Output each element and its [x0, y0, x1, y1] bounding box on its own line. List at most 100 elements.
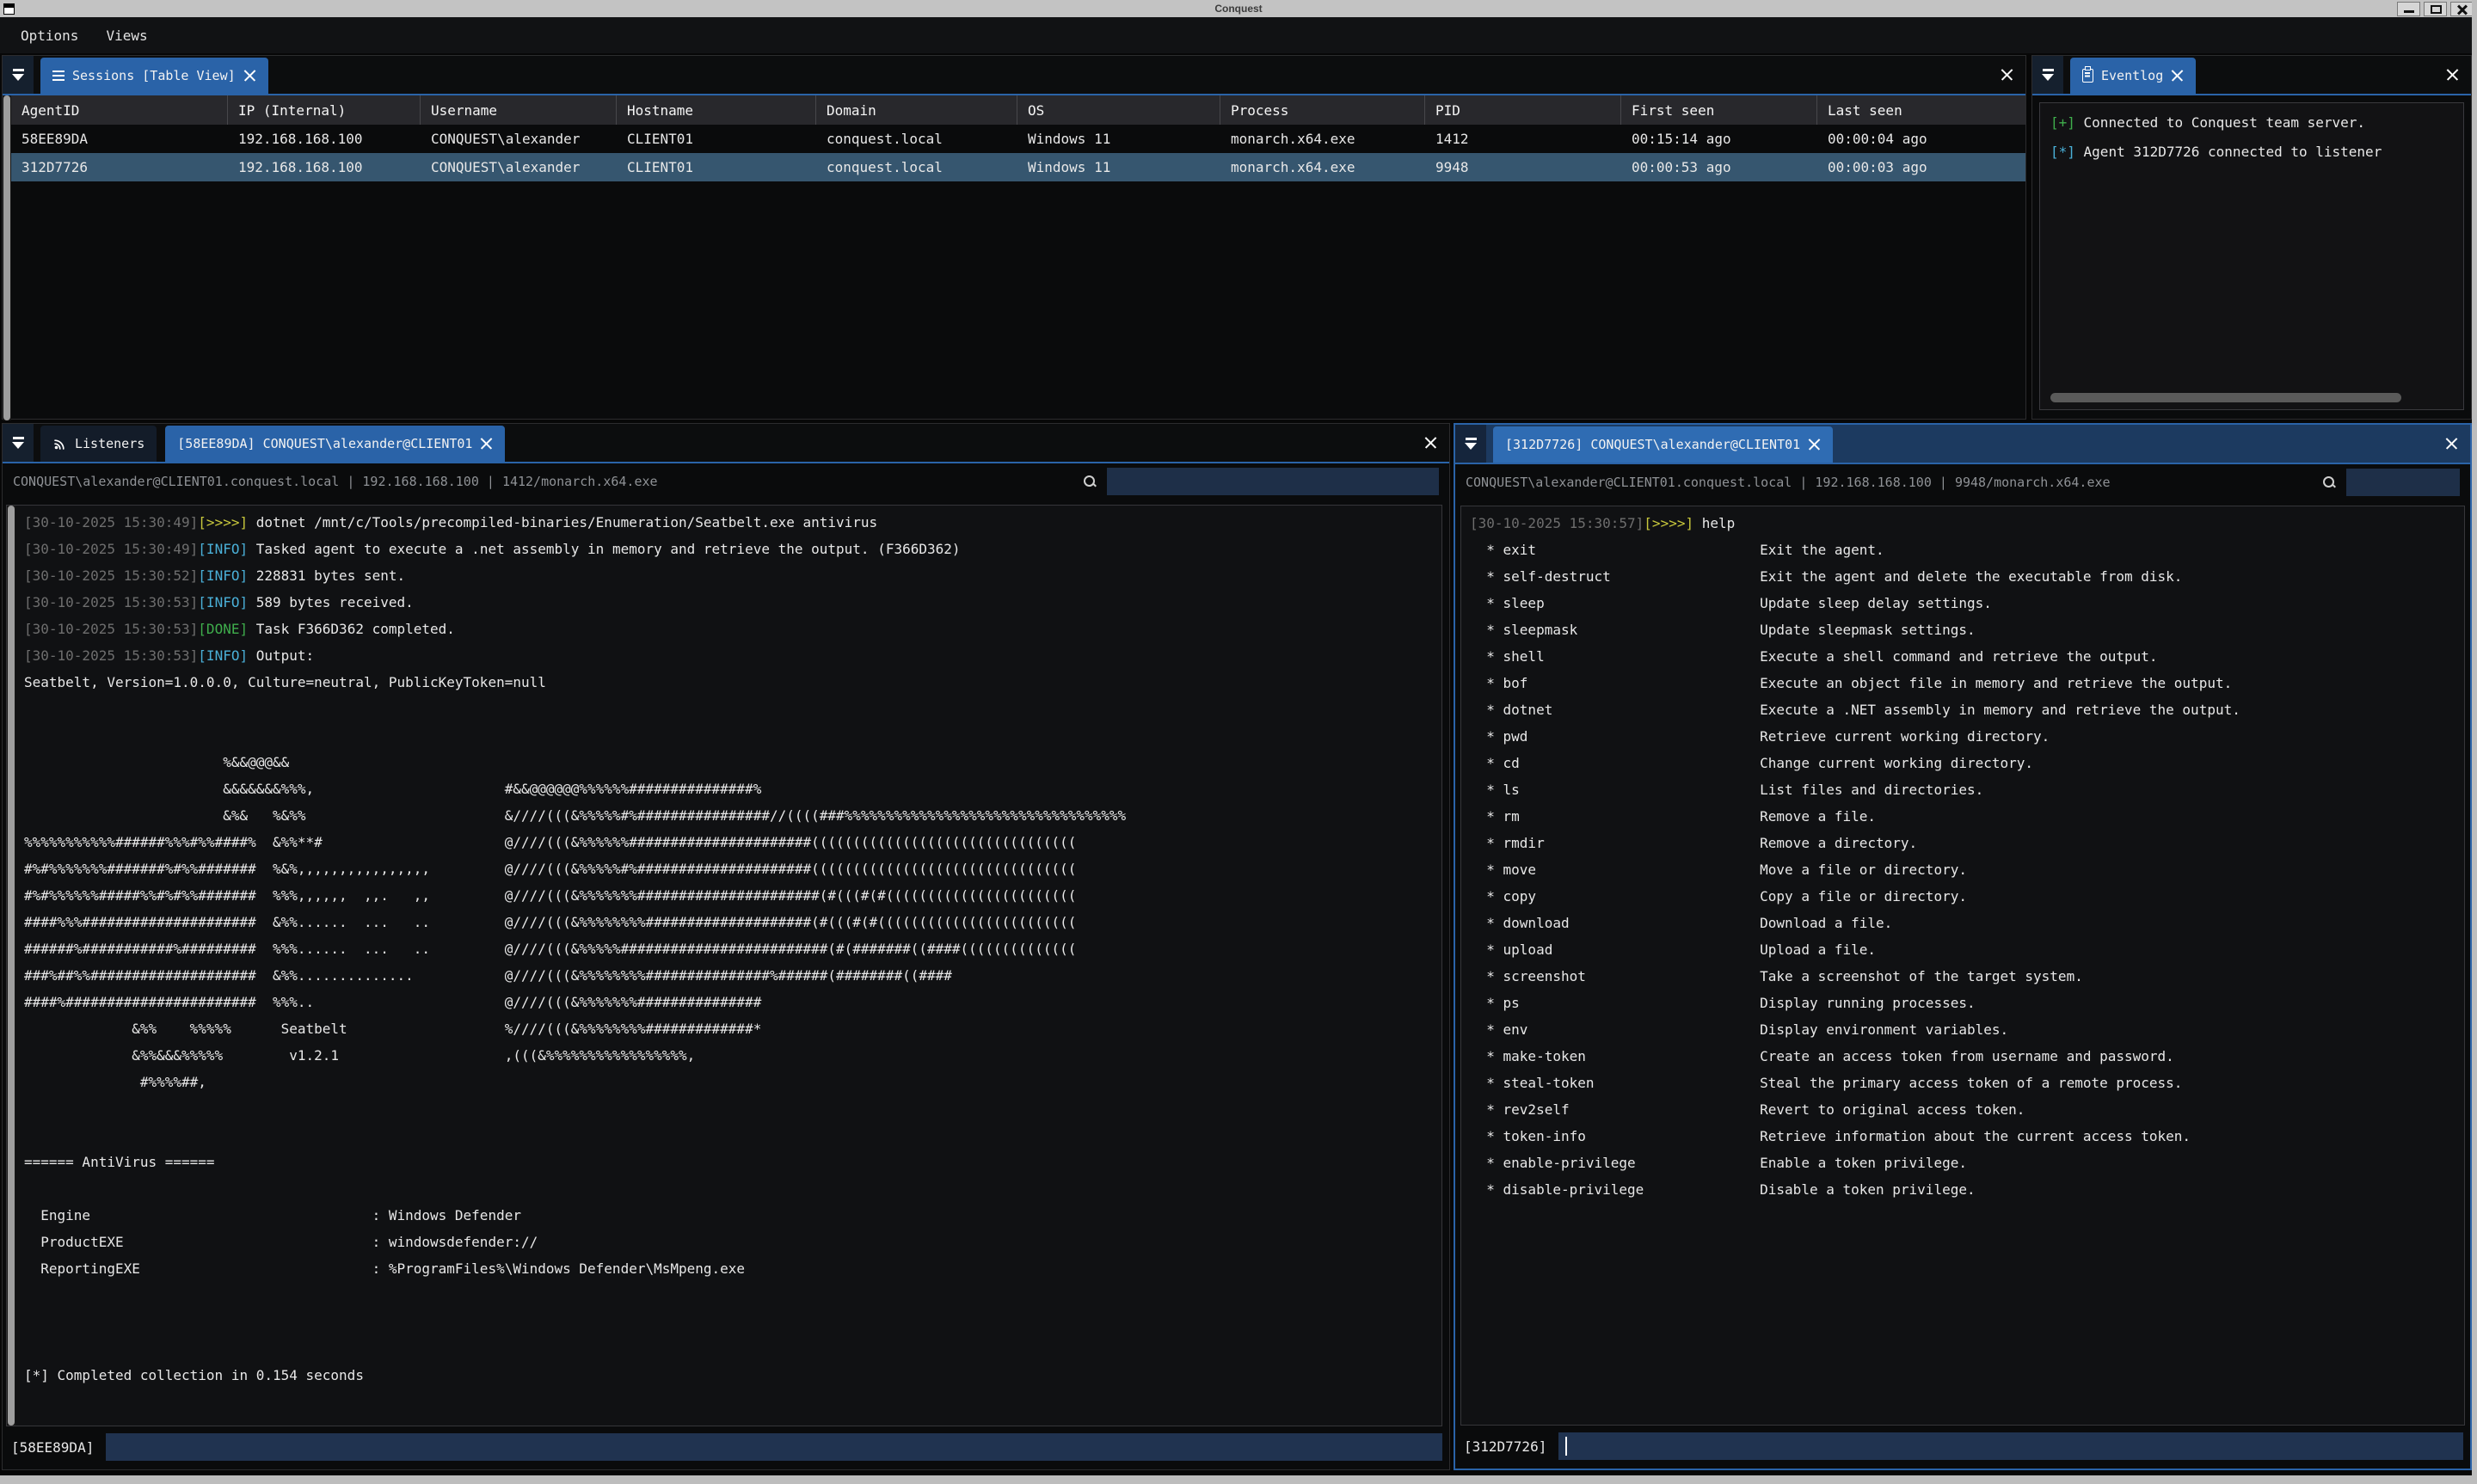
console-line: Engine : Windows Defender — [24, 1202, 1441, 1229]
tab-sessions-close-icon[interactable] — [243, 70, 256, 83]
close-button[interactable] — [2450, 2, 2474, 16]
console-line: * disable-privilege Disable a token priv… — [1470, 1176, 2464, 1203]
console-line: * steal-token Steal the primary access t… — [1470, 1070, 2464, 1096]
tab-sessions[interactable]: Sessions [Table View] — [40, 58, 268, 94]
collapse-icon[interactable] — [3, 424, 34, 462]
menu-options[interactable]: Options — [21, 28, 78, 44]
left-console-panel-close-icon[interactable] — [1424, 437, 1437, 450]
right-console-promptbar: [312D7726] — [1464, 1432, 2463, 1460]
menu-views[interactable]: Views — [106, 28, 147, 44]
console-line: * dotnet Execute a .NET assembly in memo… — [1470, 696, 2464, 723]
sessions-scrollbar[interactable] — [3, 95, 11, 420]
search-input[interactable] — [2346, 469, 2460, 496]
console-line: [30-10-2025 15:30:53][INFO] Output: — [24, 642, 1441, 669]
console-line: * rm Remove a file. — [1470, 803, 2464, 830]
session-row-312D7726[interactable]: 312D7726192.168.168.100CONQUEST\alexande… — [11, 153, 2025, 181]
tab-agent-58EE89DA[interactable]: [58EE89DA] CONQUEST\alexander@CLIENT01 — [165, 426, 505, 462]
broadcast-icon — [52, 437, 67, 451]
console-line: %%%%%%%%%%%######%%%#%%####% &%%**# @///… — [24, 829, 1441, 855]
sessions-panel-close-icon[interactable] — [2001, 69, 2013, 82]
tab-eventlog-close-icon[interactable] — [2171, 70, 2184, 83]
console-line: [30-10-2025 15:30:53][INFO] 589 bytes re… — [24, 589, 1441, 616]
column-header[interactable]: AgentID — [11, 95, 228, 125]
search-icon — [2322, 475, 2336, 489]
column-header[interactable]: IP (Internal) — [228, 95, 421, 125]
window-title: Conquest — [1214, 3, 1262, 15]
tab-eventlog[interactable]: Eventlog — [2070, 58, 2196, 94]
eventlog-horizontal-scrollbar[interactable] — [2050, 393, 2401, 402]
command-input[interactable] — [106, 1433, 1442, 1461]
agent-context-info: CONQUEST\alexander@CLIENT01.conquest.loc… — [1466, 475, 2111, 490]
left-console-tabbar: Listeners [58EE89DA] CONQUEST\alexander@… — [3, 424, 1449, 462]
left-console-statusbar: CONQUEST\alexander@CLIENT01.conquest.loc… — [3, 463, 1449, 500]
console-line: [30-10-2025 15:30:53][DONE] Task F366D36… — [24, 616, 1441, 642]
collapse-icon[interactable] — [3, 56, 34, 94]
console-line: ####%%%##################### &%%...... .… — [24, 909, 1441, 935]
column-header[interactable]: First seen — [1621, 95, 1817, 125]
eventlog-output: [+] Connected to Conquest team server.[*… — [2039, 102, 2464, 410]
console-line: * bof Execute an object file in memory a… — [1470, 670, 2464, 696]
tab-agent-label: [312D7726] CONQUEST\alexander@CLIENT01 — [1505, 437, 1800, 452]
console-line: * move Move a file or directory. — [1470, 856, 2464, 883]
sessions-panel: Sessions [Table View] AgentIDIP (Interna… — [2, 55, 2026, 420]
column-header[interactable]: OS — [1017, 95, 1220, 125]
console-line: [30-10-2025 15:30:49][>>>>] dotnet /mnt/… — [24, 509, 1441, 536]
tab-listeners[interactable]: Listeners — [40, 426, 157, 462]
console-line: * cd Change current working directory. — [1470, 750, 2464, 776]
menubar: Options Views — [0, 17, 2477, 53]
console-line: Seatbelt, Version=1.0.0.0, Culture=neutr… — [24, 669, 1441, 696]
column-header[interactable]: Hostname — [617, 95, 816, 125]
console-line: * pwd Retrieve current working directory… — [1470, 723, 2464, 750]
table-cell: 312D7726 — [11, 153, 228, 181]
session-row-58EE89DA[interactable]: 58EE89DA192.168.168.100CONQUEST\alexande… — [11, 125, 2025, 153]
table-cell: 192.168.168.100 — [228, 153, 421, 181]
console-line: ######%###########%######### %%%...... .… — [24, 935, 1441, 962]
tab-agent-close-icon[interactable] — [480, 438, 493, 451]
collapse-icon[interactable] — [1455, 425, 1486, 463]
table-cell: CLIENT01 — [617, 153, 816, 181]
agent-console-panel-312D7726: [312D7726] CONQUEST\alexander@CLIENT01 C… — [1454, 423, 2472, 1470]
right-console-statusbar: CONQUEST\alexander@CLIENT01.conquest.loc… — [1455, 464, 2470, 500]
right-console-panel-close-icon[interactable] — [2445, 438, 2458, 451]
eventlog-tabbar: Eventlog — [2032, 56, 2471, 94]
console-line: &%& %&%% &////(((&%%%%%#%###############… — [24, 802, 1441, 829]
table-cell: 00:00:53 ago — [1621, 153, 1817, 181]
table-cell: conquest.local — [816, 153, 1017, 181]
console-line: &%%&&&%%%%% v1.2.1 ,(((&%%%%%%%%%%%%%%%%… — [24, 1042, 1441, 1069]
console-line: [*] Completed collection in 0.154 second… — [24, 1362, 1441, 1389]
column-header[interactable]: Process — [1220, 95, 1425, 125]
column-header[interactable]: Last seen — [1817, 95, 2025, 125]
console-line: ####%####################### %%%.. @////… — [24, 989, 1441, 1015]
tab-eventlog-label: Eventlog — [2101, 68, 2163, 83]
console-line: * sleepmask Update sleepmask settings. — [1470, 616, 2464, 643]
table-cell: 58EE89DA — [11, 125, 228, 153]
console-line: #%#%%%%%%%#######%#%%####### %&%,,,,,,,,… — [24, 855, 1441, 882]
window-border — [0, 1475, 2477, 1484]
table-cell: 1412 — [1425, 125, 1621, 153]
left-console-promptbar: [58EE89DA] — [11, 1433, 1442, 1461]
console-line — [24, 1282, 1441, 1309]
tab-agent-312D7726[interactable]: [312D7726] CONQUEST\alexander@CLIENT01 — [1493, 426, 1833, 463]
table-cell: Windows 11 — [1017, 125, 1220, 153]
command-input[interactable] — [1558, 1432, 2463, 1460]
table-cell: 00:00:04 ago — [1817, 125, 2025, 153]
minimize-button[interactable] — [2397, 2, 2420, 16]
console-line: * make-token Create an access token from… — [1470, 1043, 2464, 1070]
search-input[interactable] — [1107, 468, 1439, 495]
console-line: * upload Upload a file. — [1470, 936, 2464, 963]
left-console-scrollbar[interactable] — [7, 506, 15, 1426]
console-line: * copy Copy a file or directory. — [1470, 883, 2464, 910]
column-header[interactable]: Domain — [816, 95, 1017, 125]
eventlog-panel-close-icon[interactable] — [2446, 69, 2459, 82]
column-header[interactable]: Username — [421, 95, 617, 125]
column-header[interactable]: PID — [1425, 95, 1621, 125]
maximize-button[interactable] — [2424, 2, 2447, 16]
window-border — [2472, 0, 2477, 1484]
collapse-icon[interactable] — [2032, 56, 2063, 94]
table-cell: conquest.local — [816, 125, 1017, 153]
console-line: #%#%%%%%%#####%%#%#%%####### %%%,,,,,, ,… — [24, 882, 1441, 909]
console-line: * exit Exit the agent. — [1470, 537, 2464, 563]
tab-agent-close-icon[interactable] — [1808, 438, 1821, 451]
console-line: &%% %%%%% Seatbelt %////(((&%%%%%%%%####… — [24, 1015, 1441, 1042]
tab-listeners-label: Listeners — [75, 436, 144, 451]
